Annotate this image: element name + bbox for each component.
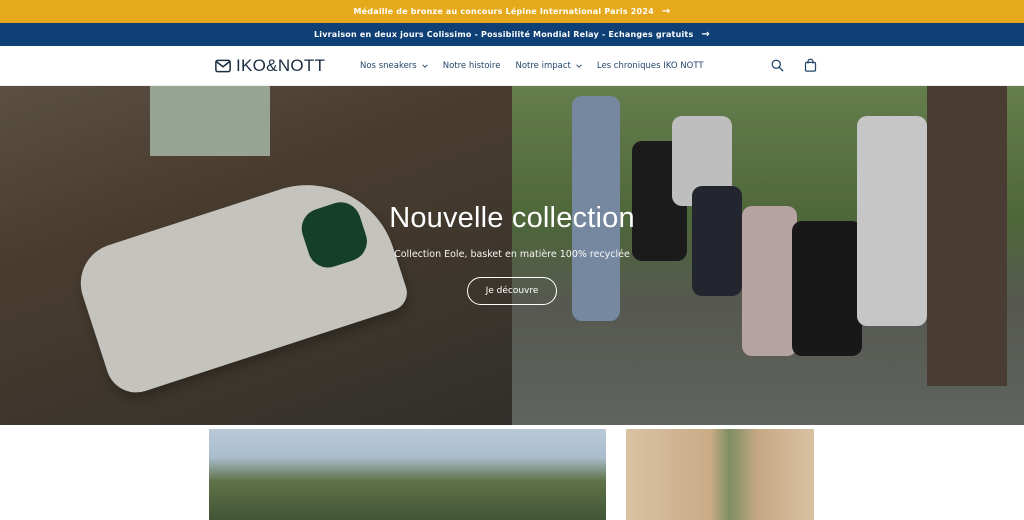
nav-label: Notre histoire — [442, 61, 501, 71]
announcement-bar-top[interactable]: Médaille de bronze au concours Lépine In… — [0, 0, 1024, 23]
discover-button[interactable]: Je découvre — [466, 277, 558, 305]
nav-label: Notre impact — [515, 61, 571, 71]
hero-subtitle: Collection Eole, basket en matière 100% … — [394, 249, 630, 260]
header-icons — [752, 58, 818, 73]
arrow-right-icon: → — [701, 28, 710, 40]
brand-logo[interactable]: IKO&NOTT — [214, 56, 325, 76]
nav-item-impact[interactable]: Notre impact — [515, 61, 582, 71]
chevron-down-icon — [576, 64, 582, 68]
site-header: IKO&NOTT Nos sneakers Notre histoire Not… — [0, 46, 1024, 86]
envelope-icon — [215, 59, 231, 73]
main-nav: Nos sneakers Notre histoire Notre impact… — [360, 46, 719, 86]
nav-label: Les chroniques IKO NOTT — [596, 61, 704, 71]
collection-tiles — [0, 425, 1024, 520]
cart-icon[interactable] — [803, 58, 818, 73]
tile-image-trousers[interactable] — [626, 429, 814, 520]
hero-banner: Nouvelle collection Collection Eole, bas… — [0, 86, 1024, 425]
nav-item-sneakers[interactable]: Nos sneakers — [360, 61, 428, 71]
tile-image-forest[interactable] — [209, 429, 606, 520]
announcement-bar-shipping[interactable]: Livraison en deux jours Colissimo - Poss… — [0, 23, 1024, 46]
nav-item-histoire[interactable]: Notre histoire — [443, 61, 501, 71]
arrow-right-icon: → — [661, 5, 671, 17]
hero-title: Nouvelle collection — [389, 202, 635, 234]
chevron-down-icon — [422, 64, 428, 68]
brand-name: IKO&NOTT — [236, 56, 326, 75]
hero-content: Nouvelle collection Collection Eole, bas… — [0, 202, 1024, 305]
nav-label: Nos sneakers — [360, 61, 417, 71]
search-icon[interactable] — [770, 58, 785, 73]
nav-item-chroniques[interactable]: Les chroniques IKO NOTT — [597, 61, 704, 71]
announcement-text: Livraison en deux jours Colissimo - Poss… — [314, 30, 694, 39]
announcement-text: Médaille de bronze au concours Lépine In… — [353, 7, 654, 16]
